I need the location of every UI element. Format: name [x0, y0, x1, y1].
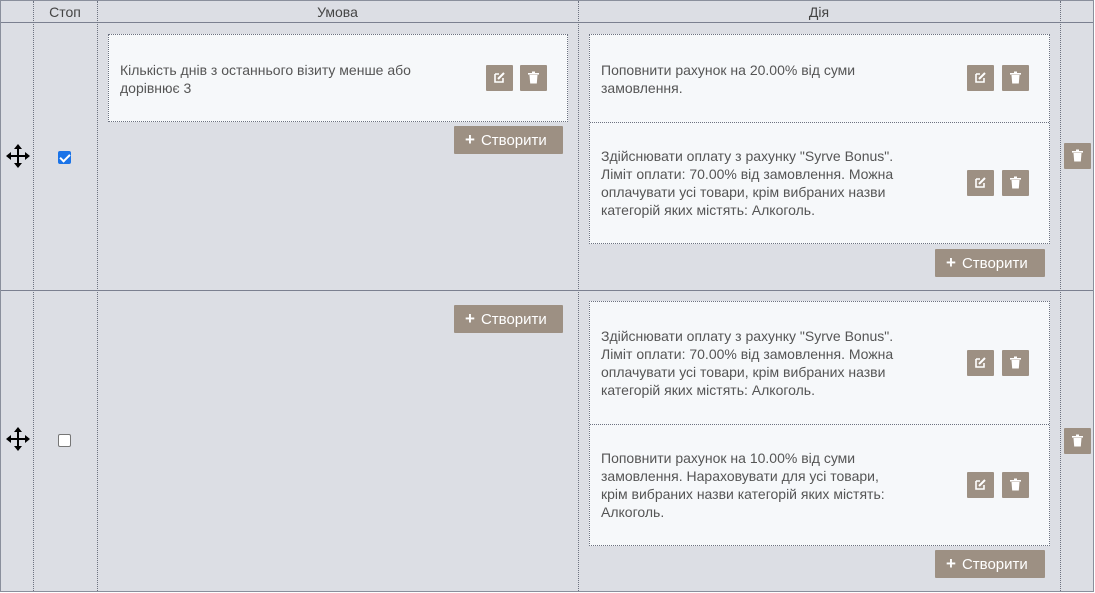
drag-handle-icon[interactable] [5, 426, 31, 452]
table-header: Стоп Умова Дія [1, 1, 1093, 23]
column-divider [1060, 1, 1061, 591]
delete-button[interactable] [1002, 170, 1029, 196]
edit-button[interactable] [486, 65, 513, 91]
edit-button[interactable] [967, 350, 994, 376]
delete-rule-button[interactable] [1064, 428, 1091, 454]
edit-icon [494, 72, 505, 83]
card-divider [590, 424, 1049, 425]
create-condition-button[interactable]: + Створити [454, 126, 563, 154]
condition-text: Кількість днів з останнього візиту менше… [120, 62, 411, 96]
action-group: Здійснювати оплату з рахунку "Syrve Bonu… [589, 301, 1050, 546]
action-text: Здійснювати оплату з рахунку "Syrve Bonu… [601, 328, 894, 398]
edit-icon [975, 72, 986, 83]
create-action-button[interactable]: + Створити [935, 249, 1045, 277]
delete-button[interactable] [1002, 472, 1029, 498]
plus-icon: + [946, 253, 956, 272]
edit-button[interactable] [967, 472, 994, 498]
action-text: Здійснювати оплату з рахунку "Syrve Bonu… [601, 148, 894, 218]
create-action-button[interactable]: + Створити [935, 550, 1045, 578]
plus-icon: + [465, 130, 475, 149]
stop-checkbox[interactable] [58, 434, 71, 447]
trash-icon [1010, 478, 1021, 491]
delete-button[interactable] [1002, 65, 1029, 91]
trash-icon [1010, 356, 1021, 369]
trash-icon [1072, 149, 1083, 162]
drag-handle-icon[interactable] [5, 143, 31, 169]
card-divider [590, 122, 1049, 123]
edit-button[interactable] [967, 170, 994, 196]
edit-icon [975, 479, 986, 490]
condition-card: Кількість днів з останнього візиту менше… [108, 34, 568, 122]
stop-checkbox[interactable] [58, 151, 71, 164]
plus-icon: + [465, 309, 475, 328]
action-text: Поповнити рахунок на 20.00% від суми зам… [601, 62, 856, 96]
header-stop: Стоп [49, 4, 81, 20]
trash-icon [1010, 71, 1021, 84]
trash-icon [1010, 176, 1021, 189]
row-divider [1, 290, 1093, 291]
create-condition-button[interactable]: + Створити [454, 305, 563, 333]
action-group: Поповнити рахунок на 20.00% від суми зам… [589, 34, 1050, 244]
action-text: Поповнити рахунок на 10.00% від суми зам… [601, 450, 885, 520]
trash-icon [1072, 434, 1083, 447]
edit-icon [975, 357, 986, 368]
header-condition: Умова [317, 4, 358, 20]
column-divider [33, 1, 34, 591]
header-action: Дія [808, 4, 830, 20]
rules-table: Стоп Умова Дія Кількість днів з останньо… [0, 0, 1094, 592]
delete-button[interactable] [520, 65, 547, 91]
column-divider [97, 1, 98, 591]
delete-rule-button[interactable] [1064, 143, 1091, 169]
column-divider [578, 1, 579, 591]
plus-icon: + [946, 554, 956, 573]
edit-button[interactable] [967, 65, 994, 91]
delete-button[interactable] [1002, 350, 1029, 376]
edit-icon [975, 177, 986, 188]
trash-icon [528, 71, 539, 84]
